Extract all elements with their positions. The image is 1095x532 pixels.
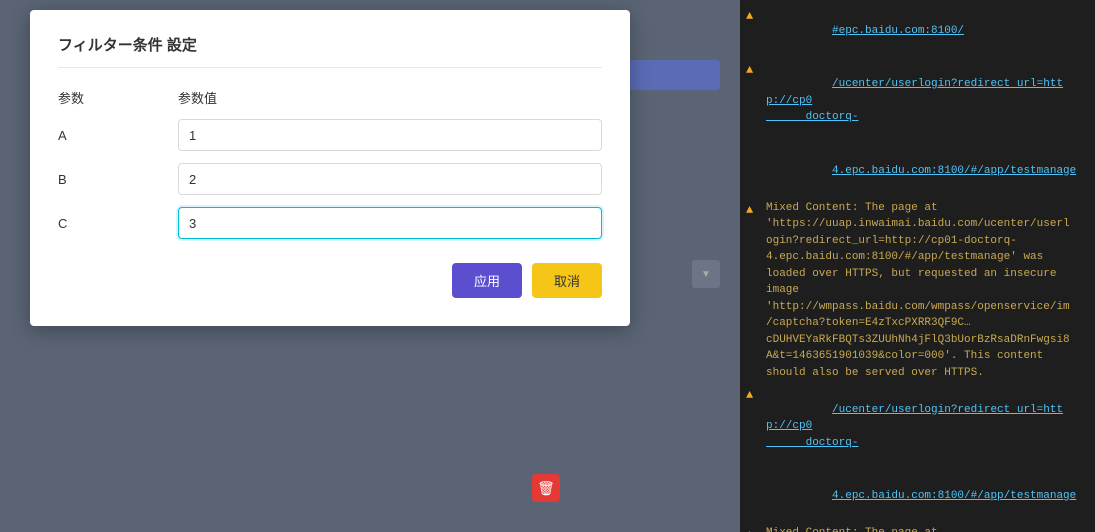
cancel-button[interactable]: 取消 — [532, 263, 602, 298]
console-link[interactable]: 4.epc.baidu.com:8100/#/app/testmanage — [832, 165, 1076, 177]
console-line-mixed2: ▲ Mixed Content: The page at'https://uua… — [740, 523, 1095, 532]
console-link[interactable]: /ucenter/userlogin?redirect url=http://c… — [766, 404, 1063, 449]
param-input-b[interactable] — [178, 163, 602, 195]
spacer-icon — [746, 147, 762, 164]
console-text: Mixed Content: The page at'https://uuap.… — [766, 200, 1089, 382]
warn-icon: ▲ — [746, 7, 762, 25]
header-param-name: 参数 — [58, 88, 178, 107]
left-panel: 🗑 🔍 Search ▼ フィルター条件 設定 参数 参数值 A B — [0, 0, 740, 532]
param-label-b: B — [58, 172, 178, 187]
console-line: ▲ /ucenter/userlogin?redirect url=http:/… — [740, 58, 1095, 145]
console-link[interactable]: #epc.baidu.com:8100/ — [832, 25, 964, 37]
bg-dropdown: ▼ — [692, 260, 720, 288]
param-header: 参数 参数值 — [58, 88, 602, 107]
console-text: #epc.baidu.com:8100/ — [766, 6, 1089, 56]
warn-icon: ▲ — [746, 526, 762, 532]
console-link[interactable]: 4.epc.baidu.com:8100/#/app/testmanage — [832, 490, 1076, 502]
console-text: Mixed Content: The page at'https://uuap.… — [766, 525, 1089, 532]
console-panel: ▲ #epc.baidu.com:8100/ ▲ /ucenter/userlo… — [740, 0, 1095, 532]
console-line-mixed1: ▲ Mixed Content: The page at'https://uua… — [740, 198, 1095, 384]
param-table: 参数 参数值 A B C — [58, 88, 602, 239]
param-row-c: C — [58, 207, 602, 239]
warn-icon: ▲ — [746, 386, 762, 404]
console-line: 4.epc.baidu.com:8100/#/app/testmanage — [740, 470, 1095, 524]
param-input-c[interactable] — [178, 207, 602, 239]
console-line: 4.epc.baidu.com:8100/#/app/testmanage — [740, 144, 1095, 198]
param-label-c: C — [58, 216, 178, 231]
spacer-icon — [746, 473, 762, 490]
console-text: /ucenter/userlogin?redirect url=http://c… — [766, 385, 1089, 468]
console-text: /ucenter/userlogin?redirect url=http://c… — [766, 60, 1089, 143]
param-row-a: A — [58, 119, 602, 151]
param-label-a: A — [58, 128, 178, 143]
console-text: 4.epc.baidu.com:8100/#/app/testmanage — [766, 146, 1089, 196]
param-input-a[interactable] — [178, 119, 602, 151]
warn-icon: ▲ — [746, 201, 762, 219]
console-text: 4.epc.baidu.com:8100/#/app/testmanage — [766, 472, 1089, 522]
console-line: ▲ /ucenter/userlogin?redirect url=http:/… — [740, 383, 1095, 470]
apply-button[interactable]: 应用 — [452, 263, 522, 298]
warn-icon: ▲ — [746, 61, 762, 79]
header-param-value: 参数值 — [178, 88, 602, 107]
dialog: フィルター条件 設定 参数 参数值 A B C 应用 — [30, 10, 630, 326]
console-line: ▲ #epc.baidu.com:8100/ — [740, 4, 1095, 58]
console-link[interactable]: /ucenter/userlogin?redirect url=http://c… — [766, 78, 1063, 123]
bg-delete-button: 🗑 — [532, 474, 560, 502]
param-row-b: B — [58, 163, 602, 195]
dialog-footer: 应用 取消 — [58, 263, 602, 298]
dialog-title: フィルター条件 設定 — [58, 34, 602, 68]
